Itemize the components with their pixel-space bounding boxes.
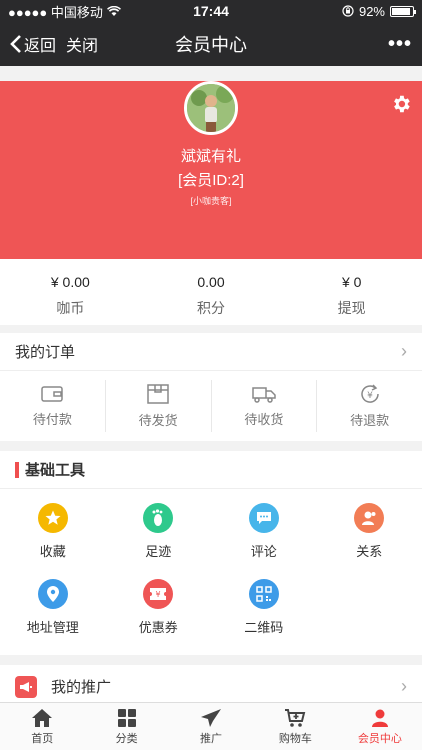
tools-section: 基础工具 收藏 足迹 评论 关系 地址管理 ¥ 优惠券 二维码 (0, 451, 422, 655)
status-bar: ●●●●● 中国移动 17:44 92% (0, 0, 422, 22)
svg-text:¥: ¥ (367, 391, 373, 401)
member-id: [会员ID:2] (178, 172, 244, 189)
back-button[interactable]: 返回 (10, 32, 56, 56)
tool-address[interactable]: 地址管理 (0, 579, 106, 655)
profile-header: 斌斌有礼 [会员ID:2] [小咖贵客] (0, 81, 422, 259)
tool-label: 关系 (356, 544, 383, 559)
order-tab-refund[interactable]: ¥ 待退款 (317, 380, 422, 432)
tool-label: 优惠券 (138, 620, 178, 635)
balance-stats: ¥ 0.00 咖币 0.00 积分 ¥ 0 提现 (0, 259, 422, 325)
coupon-icon: ¥ (143, 579, 174, 609)
location-icon (37, 579, 68, 609)
order-tab-label: 待发货 (138, 412, 178, 428)
more-menu-button[interactable]: ••• (388, 33, 412, 56)
cart-icon (285, 708, 306, 727)
tool-label: 足迹 (145, 544, 172, 559)
settings-gear-icon[interactable] (390, 93, 412, 120)
close-button[interactable]: 关闭 (66, 32, 98, 56)
tab-member-center[interactable]: 会员中心 (338, 703, 422, 750)
stat-label: 提现 (337, 300, 366, 316)
tool-label: 地址管理 (26, 620, 79, 635)
tab-category[interactable]: 分类 (84, 703, 168, 750)
avatar[interactable] (184, 81, 238, 135)
wallet-icon (41, 385, 64, 402)
order-tab-unpaid[interactable]: 待付款 (0, 380, 106, 432)
chevron-right-icon: › (401, 341, 407, 361)
tool-label: 收藏 (39, 544, 66, 559)
package-icon (147, 383, 169, 404)
tab-label: 购物车 (278, 732, 312, 745)
comment-icon (248, 503, 279, 533)
order-tab-label: 待收货 (244, 411, 284, 427)
tool-comments[interactable]: 评论 (211, 503, 317, 579)
footprint-icon (143, 503, 174, 533)
battery-icon (390, 5, 416, 17)
order-tab-label: 待付款 (32, 411, 72, 427)
tab-home[interactable]: 首页 (0, 703, 84, 750)
paper-plane-icon (201, 708, 222, 727)
bottom-tab-bar: 首页 分类 推广 购物车 会员中心 (0, 702, 422, 750)
clock: 17:44 (193, 3, 229, 19)
nav-bar: 返回 关闭 会员中心 ••• (0, 22, 422, 66)
tab-cart[interactable]: 购物车 (253, 703, 337, 750)
tab-label: 分类 (115, 732, 138, 745)
chevron-right-icon: › (401, 676, 407, 696)
svg-text:¥: ¥ (156, 590, 161, 599)
relation-icon (354, 503, 385, 533)
tool-qrcode[interactable]: 二维码 (211, 579, 317, 655)
stat-value: ¥ 0 (341, 274, 362, 290)
tool-relations[interactable]: 关系 (317, 503, 422, 579)
tools-title: 基础工具 (25, 462, 86, 479)
back-label: 返回 (24, 38, 57, 55)
order-tab-to-receive[interactable]: 待收货 (212, 380, 318, 432)
tool-footprints[interactable]: 足迹 (106, 503, 212, 579)
stat-value: 0.00 (197, 274, 225, 290)
tab-label: 推广 (200, 732, 223, 745)
megaphone-icon (15, 675, 37, 698)
stat-points[interactable]: 0.00 积分 (141, 259, 282, 325)
stat-label: 咖币 (56, 300, 85, 316)
promo-label: 我的推广 (51, 679, 112, 696)
tab-label: 首页 (31, 732, 54, 745)
tool-coupons[interactable]: ¥ 优惠券 (106, 579, 212, 655)
stat-value: ¥ 0.00 (50, 274, 90, 290)
order-tab-label: 待退款 (350, 412, 390, 428)
orders-section: 我的订单 › 待付款 待发货 待收货 ¥ 待退款 (0, 333, 422, 441)
tool-label: 二维码 (244, 620, 284, 635)
home-icon (32, 708, 53, 727)
nickname: 斌斌有礼 (180, 148, 241, 165)
star-icon (37, 503, 68, 533)
my-orders-row[interactable]: 我的订单 › (0, 333, 422, 371)
tool-label: 评论 (250, 544, 277, 559)
tab-label: 会员中心 (357, 732, 402, 745)
stat-label: 积分 (197, 300, 225, 316)
tool-favorites[interactable]: 收藏 (0, 503, 106, 579)
qrcode-icon (248, 579, 279, 609)
user-icon (371, 709, 388, 727)
page-title: 会员中心 (175, 35, 247, 55)
stat-coins[interactable]: ¥ 0.00 咖币 (0, 259, 141, 325)
refund-icon: ¥ (360, 383, 379, 403)
stat-withdraw[interactable]: ¥ 0 提现 (281, 259, 422, 325)
section-marker (15, 461, 19, 478)
tab-promote[interactable]: 推广 (169, 703, 253, 750)
truck-icon (252, 386, 276, 403)
grid-icon (117, 708, 136, 727)
chevron-left-icon (10, 35, 21, 53)
order-tab-to-ship[interactable]: 待发货 (106, 380, 212, 432)
member-level: [小咖贵客] (190, 196, 232, 206)
orders-title: 我的订单 (15, 344, 76, 361)
